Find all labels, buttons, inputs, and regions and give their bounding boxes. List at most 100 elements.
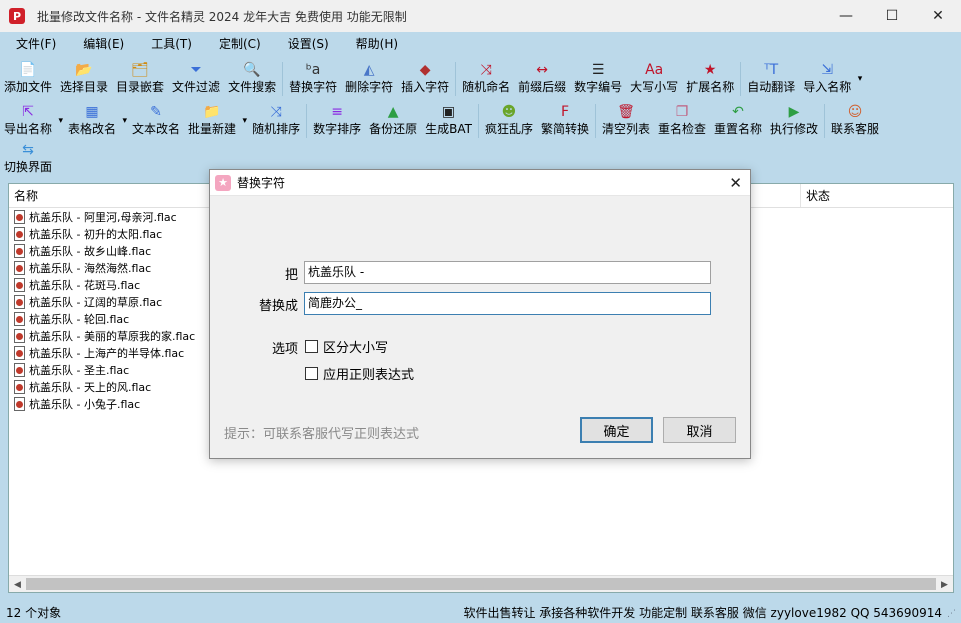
tool-label: 随机排序	[252, 122, 301, 136]
file-name: 杭盖乐队 - 小兔子.flac	[29, 397, 141, 411]
menu-item-2[interactable]: 工具(T)	[135, 32, 203, 56]
menu-item-1[interactable]: 编辑(E)	[67, 32, 135, 56]
scroll-left-icon[interactable]: ◀	[9, 576, 26, 593]
audio-file-icon	[14, 260, 25, 275]
import-button[interactable]: ⇲ 导入名称	[799, 58, 863, 100]
prefix-suffix-button[interactable]: ↔ 前缀后缀	[514, 58, 570, 100]
replace-label: 替换成	[258, 299, 298, 314]
numbered-list-button[interactable]: ☰ 数字编号	[570, 58, 626, 100]
dialog-title: 替换字符	[237, 176, 286, 190]
replace-dialog: ★ 替换字符 ✕ 把 杭盖乐队 - 替换成 简鹿办公_ 选项 区分大小写 应用正…	[209, 169, 751, 459]
case-button[interactable]: Aa 大写小写	[626, 58, 682, 100]
shuffle-button[interactable]: ⤨ 随机命名	[458, 58, 514, 100]
tool-label: 自动翻译	[747, 80, 796, 94]
checkbox-box[interactable]	[305, 340, 318, 353]
resize-grip-icon[interactable]: ⋰	[947, 609, 959, 621]
play-button[interactable]: ▶ 执行修改	[766, 100, 822, 142]
convert-button[interactable]: F 繁简转换	[537, 100, 593, 142]
file-name: 杭盖乐队 - 初升的太阳.flac	[29, 227, 163, 241]
insert-text-icon: ◆	[419, 62, 431, 78]
shuffle-icon: ⤨	[480, 62, 492, 78]
minimize-button[interactable]: —	[823, 0, 869, 32]
maximize-button[interactable]: ☐	[869, 0, 915, 32]
dialog-title-bar: ★ 替换字符 ✕	[210, 170, 750, 196]
table-button[interactable]: ▦ 表格改名	[64, 100, 128, 142]
scroll-right-icon[interactable]: ▶	[936, 576, 953, 593]
star-button[interactable]: ★ 扩展名称	[682, 58, 738, 100]
undo-icon: ↶	[732, 104, 744, 120]
tool-label: 文件过滤	[172, 80, 221, 94]
switch-view-button[interactable]: ⇆ 切换界面	[0, 138, 56, 180]
clear-list-button[interactable]: 🗑 清空列表	[598, 100, 654, 142]
tool-label: 导入名称	[803, 80, 852, 94]
folder-open-button[interactable]: 📂 选择目录	[56, 58, 112, 100]
file-name: 杭盖乐队 - 海然海然.flac	[29, 261, 152, 275]
delete-text-button[interactable]: ◭ 删除字符	[341, 58, 397, 100]
cancel-button[interactable]: 取消	[663, 417, 736, 443]
case-sensitive-checkbox[interactable]: 区分大小写	[305, 337, 388, 356]
scrollbar-thumb[interactable]	[26, 578, 936, 590]
undo-button[interactable]: ↶ 重置名称	[710, 100, 766, 142]
frog-icon: ☻	[501, 104, 517, 120]
horizontal-scrollbar[interactable]: ◀ ▶	[9, 575, 953, 592]
file-name: 杭盖乐队 - 故乡山峰.flac	[29, 244, 152, 258]
random-sort-button[interactable]: ⤨ 随机排序	[248, 100, 304, 142]
search-button[interactable]: 🔍 文件搜索	[224, 58, 280, 100]
edit-text-button[interactable]: ✎ 文本改名	[128, 100, 184, 142]
tool-label: 文本改名	[132, 122, 181, 136]
toolbar-separator	[824, 104, 826, 138]
audio-file-icon	[14, 362, 25, 377]
tool-label: 切换界面	[4, 160, 53, 174]
replace-input[interactable]: 简鹿办公_	[304, 292, 711, 315]
edit-text-icon: ✎	[150, 104, 162, 120]
regex-checkbox[interactable]: 应用正则表达式	[305, 364, 414, 383]
audio-file-icon	[14, 209, 25, 224]
filter-button[interactable]: ⏷ 文件过滤	[168, 58, 224, 100]
frog-button[interactable]: ☻ 疯狂乱序	[481, 100, 537, 142]
replace-text-icon: ᵇa	[305, 62, 321, 78]
random-sort-icon: ⤨	[270, 104, 282, 120]
folder-nest-button[interactable]: 🗂 目录嵌套	[112, 58, 168, 100]
export-button[interactable]: ⇱ 导出名称	[0, 100, 64, 142]
tool-label: 执行修改	[770, 122, 819, 136]
insert-text-button[interactable]: ◆ 插入字符	[397, 58, 453, 100]
tool-label: 重名检查	[658, 122, 707, 136]
duplicate-check-button[interactable]: ❐ 重名检查	[654, 100, 710, 142]
play-icon: ▶	[788, 104, 800, 120]
menu-item-4[interactable]: 设置(S)	[272, 32, 340, 56]
menu-item-5[interactable]: 帮助(H)	[340, 32, 409, 56]
add-file-button[interactable]: 📄 添加文件	[0, 58, 56, 100]
file-name: 杭盖乐队 - 上海产的半导体.flac	[29, 346, 185, 360]
terminal-button[interactable]: ▣ 生成BAT	[421, 100, 476, 142]
menu-item-0[interactable]: 文件(F)	[0, 32, 67, 56]
new-folder-button[interactable]: 📁 批量新建	[184, 100, 248, 142]
regex-label: 应用正则表达式	[323, 368, 415, 383]
audio-file-icon	[14, 396, 25, 411]
ok-button[interactable]: 确定	[580, 417, 653, 443]
menu-item-3[interactable]: 定制(C)	[203, 32, 272, 56]
replace-text-button[interactable]: ᵇa 替换字符	[285, 58, 341, 100]
tool-label: 大写小写	[630, 80, 679, 94]
title-bar: P 批量修改文件名称 - 文件名精灵 2024 龙年大吉 免费使用 功能无限制 …	[0, 0, 961, 32]
status-bar: 12 个对象 软件出售转让 承接各种软件开发 功能定制 联系客服 微信 zyyl…	[0, 600, 961, 623]
close-button[interactable]: ✕	[915, 0, 961, 32]
translate-button[interactable]: ᵀT 自动翻译	[743, 58, 799, 100]
duplicate-check-icon: ❐	[675, 104, 689, 120]
audio-file-icon	[14, 311, 25, 326]
tool-label: 生成BAT	[425, 122, 472, 136]
import-icon: ⇲	[821, 62, 834, 78]
case-icon: Aa	[645, 62, 664, 78]
checkbox-box[interactable]	[305, 367, 318, 380]
file-name: 杭盖乐队 - 美丽的草原我的家.flac	[29, 329, 196, 343]
find-input[interactable]: 杭盖乐队 -	[304, 261, 711, 284]
toolbar-separator	[455, 62, 457, 96]
dialog-close-button[interactable]: ✕	[729, 174, 742, 192]
options-label: 选项	[271, 342, 298, 357]
number-sort-button[interactable]: ≡ 数字排序	[309, 100, 365, 142]
tool-label: 批量新建	[188, 122, 237, 136]
support-button[interactable]: ☺ 联系客服	[827, 100, 883, 142]
tool-label: 扩展名称	[686, 80, 735, 94]
add-file-icon: 📄	[19, 62, 37, 78]
drive-button[interactable]: ▲ 备份还原	[365, 100, 421, 142]
column-header-status[interactable]: 状态	[801, 184, 830, 207]
